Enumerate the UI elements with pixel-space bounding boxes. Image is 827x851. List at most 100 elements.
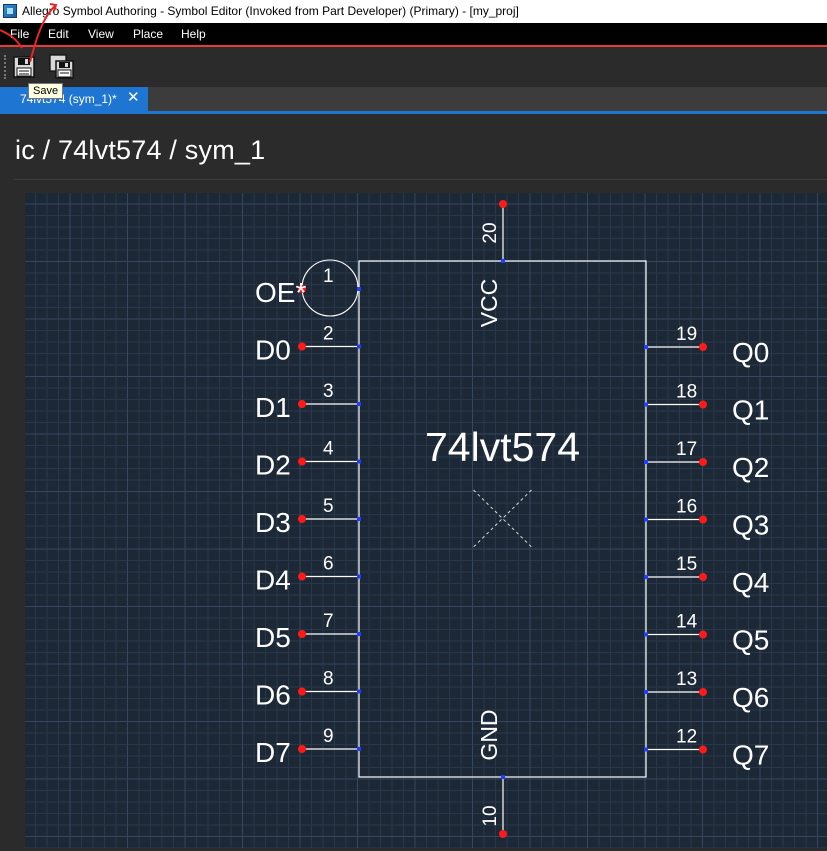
pin-name: GND — [476, 709, 502, 760]
pin-name: Q7 — [732, 740, 769, 771]
pin-end-marker[interactable] — [699, 630, 707, 639]
title-bar: Allegro Symbol Authoring - Symbol Editor… — [0, 0, 827, 23]
allegro-app-icon — [3, 4, 17, 18]
pin-name: D2 — [255, 450, 291, 481]
pin-q3[interactable]: 16 Q3 — [644, 497, 769, 541]
right-pin-group: 19 Q0 18 Q1 17 Q2 16 Q3 15 Q4 14 Q5 13 Q6 12 Q7 — [644, 324, 769, 771]
pin-end-marker[interactable] — [699, 745, 707, 754]
tab-sym-1[interactable]: 74lvt574 (sym_1)* ✕ — [0, 87, 148, 111]
pin-connection-marker — [501, 775, 505, 779]
symbol-body[interactable] — [358, 260, 647, 778]
save-button[interactable] — [11, 54, 37, 80]
pin-name: VCC — [476, 279, 502, 328]
pin-end-marker[interactable] — [298, 745, 306, 753]
pin-number: 8 — [323, 669, 334, 690]
pin-d3[interactable]: 5 D3 — [255, 496, 361, 538]
symbol-drawing: 74lvt574 1 OE* 2 D0 3 D1 4 D2 5 D3 6 D4 7 D5 8 D6 9 D7 19… — [255, 200, 769, 838]
pin-number: 15 — [676, 554, 697, 575]
menu-help[interactable]: Help — [181, 27, 206, 41]
pin-connection-marker — [357, 402, 361, 406]
pin-number: 16 — [676, 497, 697, 518]
pin-q6[interactable]: 13 Q6 — [644, 669, 769, 713]
pin-connection-marker — [644, 345, 648, 349]
pin-connection-marker — [501, 259, 505, 263]
pin-connection-marker — [357, 689, 361, 694]
pin-name: D6 — [255, 680, 291, 711]
toolbar-grip[interactable] — [4, 55, 9, 79]
window-title: Allegro Symbol Authoring - Symbol Editor… — [22, 4, 519, 18]
pin-connection-marker — [644, 517, 648, 522]
pin-end-marker[interactable] — [699, 515, 707, 524]
menu-place[interactable]: Place — [133, 27, 163, 41]
pin-connection-marker — [357, 574, 361, 579]
pin-d4[interactable]: 6 D4 — [255, 554, 361, 596]
menu-bar: File Edit View Place Help — [0, 23, 827, 47]
pin-name: Q5 — [732, 625, 769, 656]
pin-end-marker[interactable] — [298, 630, 306, 638]
pin-q1[interactable]: 18 Q1 — [644, 382, 769, 426]
pin-name: OE* — [255, 277, 306, 308]
pin-name: Q4 — [732, 567, 769, 598]
tab-close-icon[interactable]: ✕ — [127, 89, 140, 107]
menu-file[interactable]: File — [10, 27, 29, 41]
pin-end-marker[interactable] — [298, 400, 306, 408]
pin-connection-marker — [644, 402, 648, 407]
pin-name: D1 — [255, 392, 291, 423]
pin-number: 6 — [323, 554, 334, 575]
pin-end-marker[interactable] — [298, 457, 306, 466]
pin-end-marker[interactable] — [699, 688, 707, 696]
pin-number: 19 — [676, 324, 697, 345]
pin-end-marker[interactable] — [699, 458, 707, 466]
pin-end-marker[interactable] — [699, 343, 707, 351]
pin-oe-bar[interactable]: 1 OE* — [255, 259, 361, 317]
save-all-button[interactable] — [49, 54, 75, 80]
pin-q7[interactable]: 12 Q7 — [644, 727, 769, 771]
pin-number: 10 — [480, 805, 501, 826]
pin-end-marker[interactable] — [699, 573, 707, 581]
pin-end-marker[interactable] — [298, 687, 306, 696]
save-all-icon — [49, 54, 74, 79]
pin-number: 12 — [676, 727, 697, 748]
pin-end-marker[interactable] — [499, 830, 507, 838]
pin-end-marker[interactable] — [699, 400, 707, 409]
header-divider — [14, 179, 827, 180]
pin-d6[interactable]: 8 D6 — [255, 669, 361, 711]
pin-name: D5 — [255, 622, 291, 653]
pin-d0[interactable]: 2 D0 — [255, 324, 361, 366]
pin-end-marker[interactable] — [298, 572, 306, 581]
pin-connection-marker — [357, 344, 361, 349]
pin-gnd[interactable]: 10 GND — [476, 709, 507, 838]
pin-q4[interactable]: 15 Q4 — [644, 554, 769, 598]
left-pin-group: 1 OE* 2 D0 3 D1 4 D2 5 D3 6 D4 7 D5 8 D6 9 D7 — [255, 259, 361, 768]
pin-name: Q0 — [732, 337, 769, 368]
pin-number: 17 — [676, 439, 697, 460]
pin-end-marker[interactable] — [298, 342, 306, 351]
pin-q0[interactable]: 19 Q0 — [644, 324, 769, 368]
pin-end-marker[interactable] — [499, 200, 507, 208]
pin-d2[interactable]: 4 D2 — [255, 439, 361, 481]
pin-name: D0 — [255, 335, 291, 366]
save-icon — [13, 56, 35, 78]
pin-q5[interactable]: 14 Q5 — [644, 612, 769, 656]
tab-underline — [0, 111, 827, 114]
menu-edit[interactable]: Edit — [48, 27, 69, 41]
pin-d7[interactable]: 9 D7 — [255, 726, 361, 768]
pin-name: D3 — [255, 507, 291, 538]
pin-vcc[interactable]: 20 VCC — [476, 200, 507, 327]
part-name: 74lvt574 — [425, 424, 580, 470]
pin-number: 4 — [323, 439, 334, 460]
pin-number: 1 — [323, 266, 334, 287]
menu-view[interactable]: View — [88, 27, 114, 41]
symbol-canvas[interactable]: 74lvt574 1 OE* 2 D0 3 D1 4 D2 5 D3 6 D4 7 D5 8 D6 9 D7 19… — [25, 193, 827, 848]
pin-d5[interactable]: 7 D5 — [255, 611, 361, 653]
pin-end-marker[interactable] — [298, 515, 306, 523]
pin-d1[interactable]: 3 D1 — [255, 381, 361, 423]
pin-number: 3 — [323, 381, 334, 402]
pin-name: Q6 — [732, 682, 769, 713]
document-tab-strip: 74lvt574 (sym_1)* ✕ — [0, 87, 827, 111]
pin-name: Q3 — [732, 510, 769, 541]
pin-q2[interactable]: 17 Q2 — [644, 439, 769, 483]
pin-name: D7 — [255, 737, 291, 768]
pin-connection-marker — [357, 287, 361, 291]
pin-connection-marker — [644, 632, 648, 637]
